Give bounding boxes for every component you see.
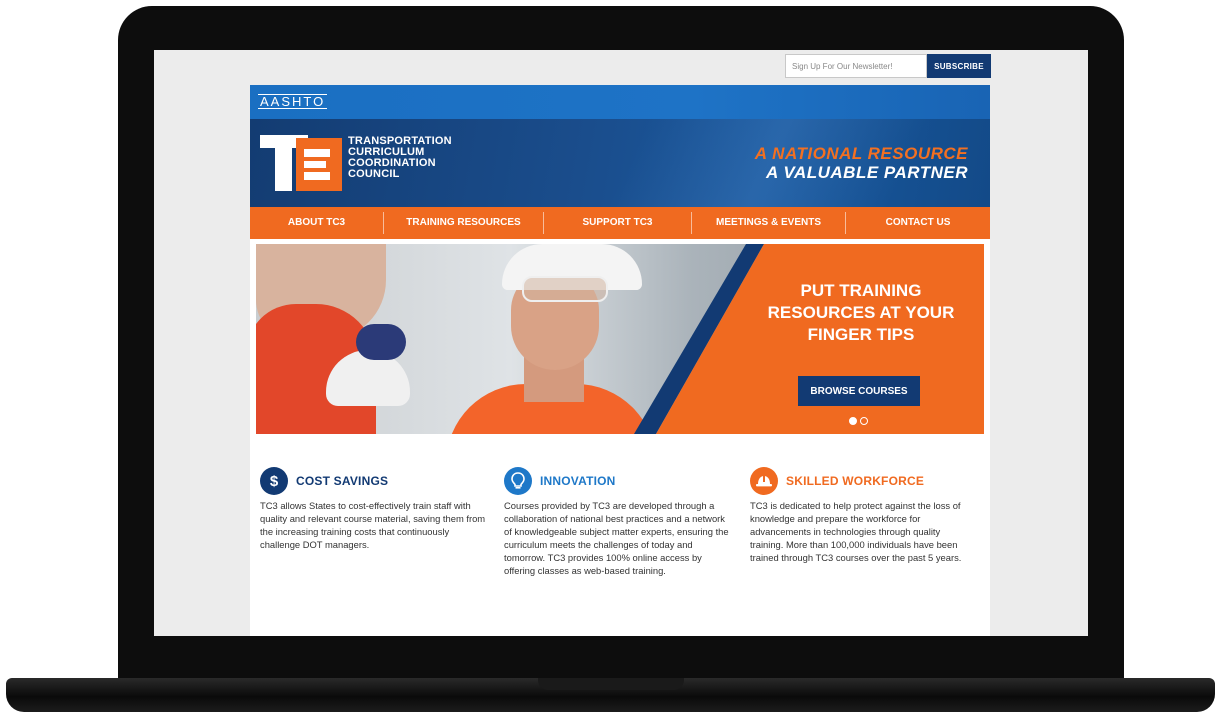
carousel-dots	[849, 417, 868, 425]
feature-title: SKILLED WORKFORCE	[786, 474, 925, 488]
aashto-bar: AASHTO	[250, 85, 990, 119]
nav-item-training-resources[interactable]: TRAINING RESOURCES	[384, 212, 544, 234]
feature-title: INNOVATION	[540, 474, 616, 488]
nav-item-meetings-events[interactable]: MEETINGS & EVENTS	[692, 212, 846, 234]
browse-courses-button[interactable]: BROWSE COURSES	[798, 376, 920, 406]
feature-description: TC3 is dedicated to help protect against…	[750, 500, 962, 563]
aashto-logo[interactable]: AASHTO	[258, 94, 328, 109]
feature-skilled-workforce: SKILLED WORKFORCE TC3 is dedicated to he…	[740, 465, 980, 577]
site-header: TRANSPORTATION CURRICULUM COORDINATION C…	[250, 119, 990, 207]
newsletter-input[interactable]	[785, 54, 927, 78]
nav-item-support[interactable]: SUPPORT TC3	[544, 212, 692, 234]
header-tagline: A NATIONAL RESOURCE A VALUABLE PARTNER	[755, 144, 968, 182]
feature-heading: SKILLED WORKFORCE	[750, 465, 970, 497]
carousel-dot-1[interactable]	[849, 417, 857, 425]
screen: SUBSCRIBE AASHTO TRANSPORTATION CURRICUL…	[154, 50, 1088, 636]
nav-item-about[interactable]: ABOUT TC3	[250, 212, 384, 234]
feature-description: TC3 allows States to cost-effectively tr…	[260, 500, 486, 550]
feature-cost-savings: $ COST SAVINGS TC3 allows States to cost…	[260, 465, 500, 577]
lightbulb-icon	[504, 467, 532, 495]
hero-headline: PUT TRAINING RESOURCES AT YOUR FINGER TI…	[767, 281, 955, 344]
main-nav: ABOUT TC3 TRAINING RESOURCES SUPPORT TC3…	[250, 207, 990, 239]
laptop-notch	[538, 678, 684, 690]
carousel-dot-2[interactable]	[860, 417, 868, 425]
feature-title: COST SAVINGS	[296, 474, 389, 488]
logo-line-4: COUNCIL	[348, 168, 400, 180]
tc3-logo-icon[interactable]	[260, 135, 342, 191]
feature-description: Courses provided by TC3 are developed th…	[504, 500, 729, 576]
features-section: $ COST SAVINGS TC3 allows States to cost…	[260, 465, 980, 577]
tagline-line-1: A NATIONAL RESOURCE	[754, 144, 968, 163]
subscribe-button[interactable]: SUBSCRIBE	[927, 54, 991, 78]
feature-heading: $ COST SAVINGS	[260, 465, 490, 497]
tc3-logo-text: TRANSPORTATION CURRICULUM COORDINATION C…	[348, 136, 452, 180]
newsletter-form: SUBSCRIBE	[785, 54, 991, 78]
tagline-line-2: A VALUABLE PARTNER	[766, 163, 968, 182]
hardhat-icon	[750, 467, 778, 495]
dollar-icon: $	[260, 467, 288, 495]
feature-heading: INNOVATION	[504, 465, 730, 497]
hero-carousel: PUT TRAINING RESOURCES AT YOUR FINGER TI…	[256, 244, 984, 434]
website-page: AASHTO TRANSPORTATION CURRICULUM COORDIN…	[250, 85, 990, 636]
nav-item-contact[interactable]: CONTACT US	[846, 212, 990, 234]
feature-innovation: INNOVATION Courses provided by TC3 are d…	[500, 465, 740, 577]
